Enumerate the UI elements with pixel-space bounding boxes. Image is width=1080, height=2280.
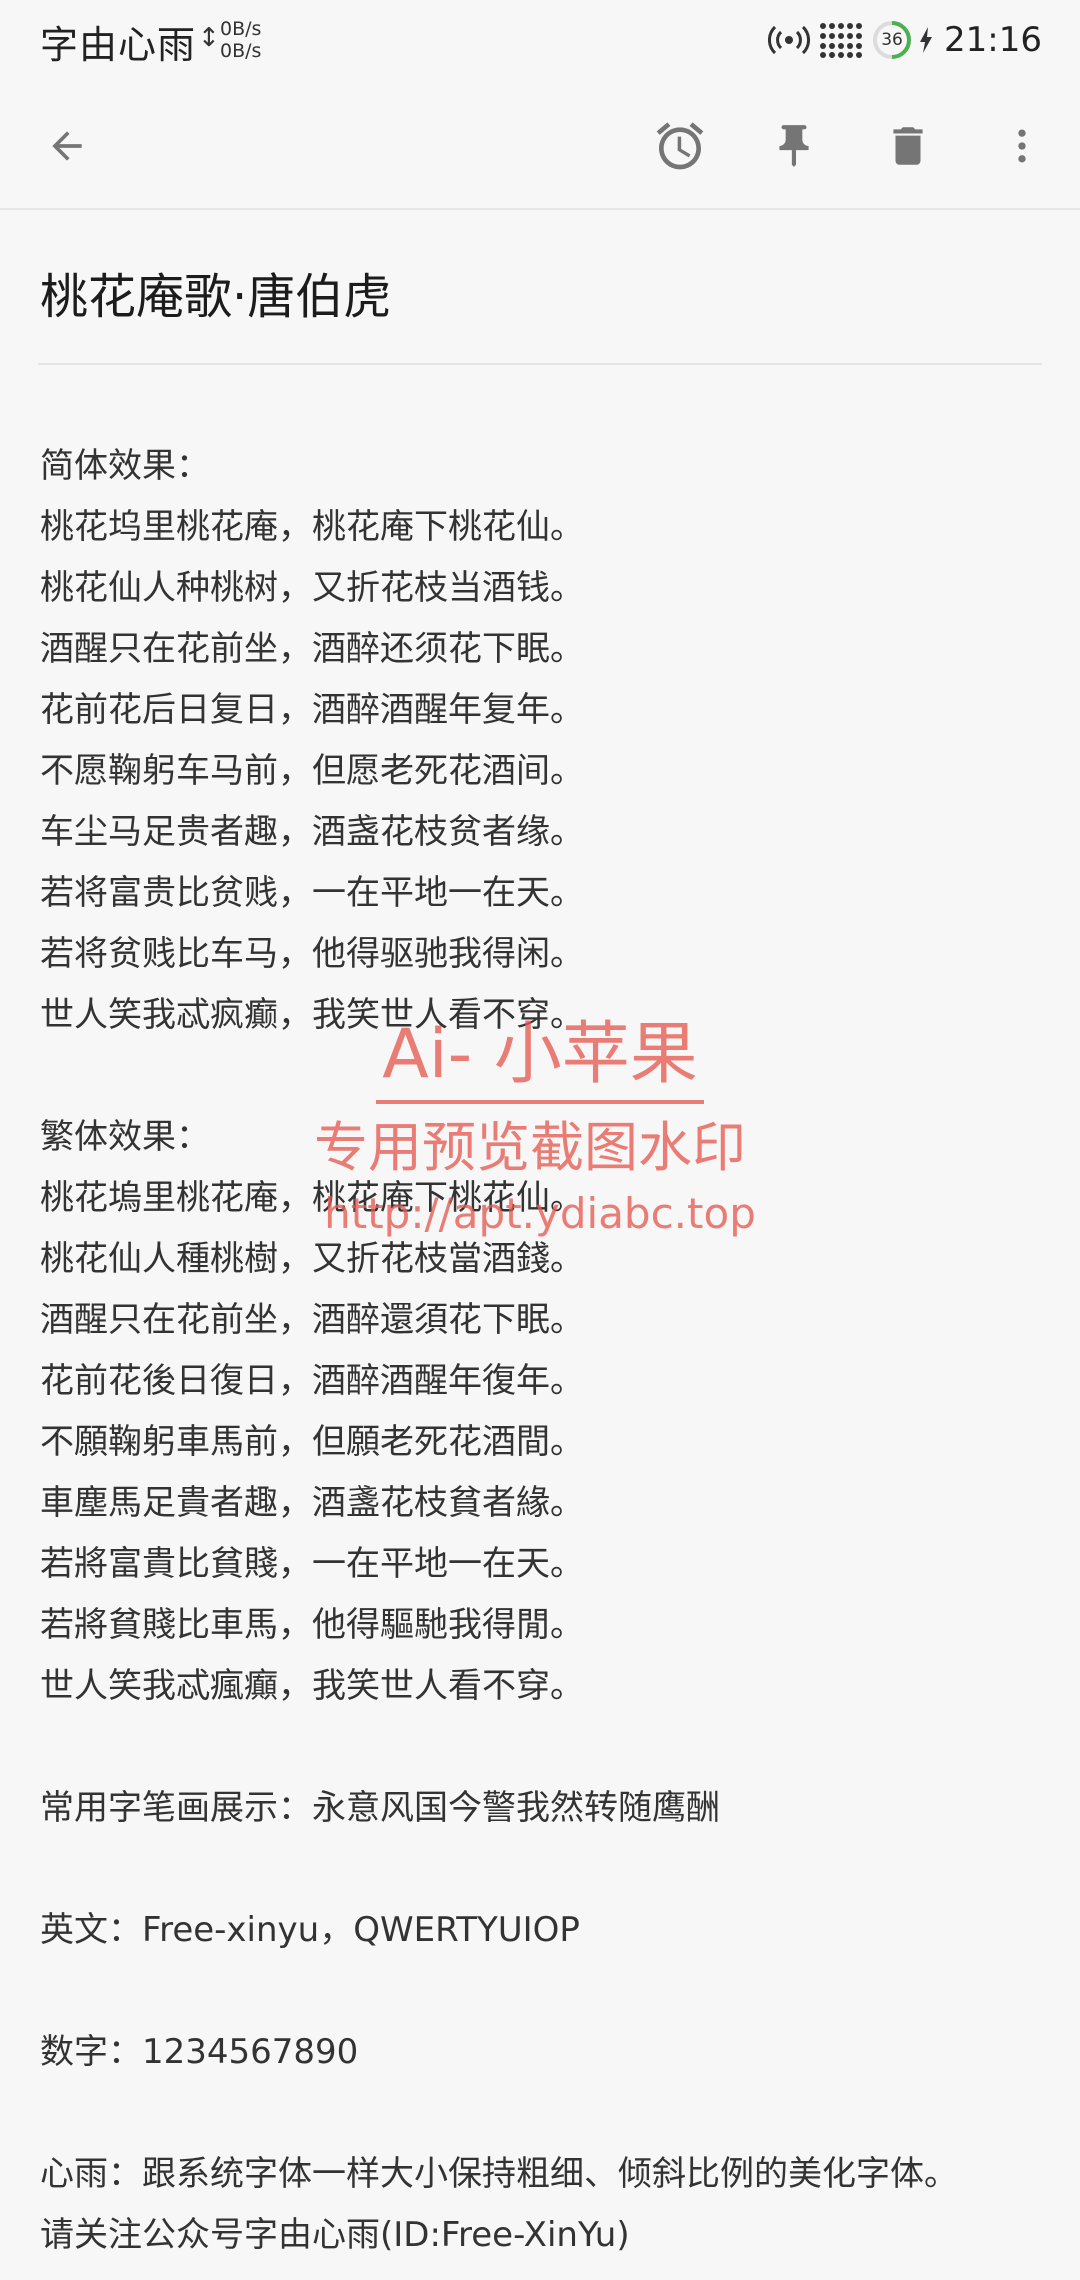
download-speed: 0B/s [220,40,262,62]
battery-icon: 36 [872,20,912,60]
more-options-button[interactable] [982,106,1062,186]
note-line: 酒醒只在花前坐，酒醉还须花下眠。 [40,629,584,669]
note-line: 英文：Free-xinyu，QWERTYUIOP [40,1910,580,1950]
signal-dots-icon [818,20,864,60]
pin-button[interactable] [754,106,834,186]
note-line: 桃花坞里桃花庵，桃花庵下桃花仙。 [40,507,584,547]
note-line: 桃花仙人種桃樹，又折花枝當酒錢。 [40,1239,584,1279]
more-vertical-icon [1018,129,1026,163]
note-line: 若将富贵比贫贱，一在平地一在天。 [40,873,584,913]
status-icons: 36 21:16 [768,14,1042,66]
trash-icon [893,127,923,165]
note-line: 世人笑我忒疯癫，我笑世人看不穿。 [40,995,584,1035]
note-line: 花前花後日復日，酒醉酒醒年復年。 [40,1361,584,1401]
hotspot-icon [768,23,810,57]
back-button[interactable] [27,106,107,186]
note-toolbar [0,82,1080,210]
carrier-label: 字由心雨 [40,23,197,67]
note-line: 不願鞠躬車馬前，但願老死花酒間。 [40,1422,584,1462]
alarm-clock-icon [656,122,704,170]
title-divider [38,363,1042,365]
note-body[interactable]: 简体效果： 桃花坞里桃花庵，桃花庵下桃花仙。 桃花仙人种桃树，又折花枝当酒钱。 酒醒只… [40,436,1050,2266]
battery-level: 36 [881,30,903,50]
note-line: 车尘马足贵者趣，酒盏花枝贫者缘。 [40,812,584,852]
note-line: 繁体效果： [40,1117,210,1157]
note-line: 桃花塢里桃花庵，桃花庵下桃花仙。 [40,1178,584,1218]
note-title[interactable]: 桃花庵歌·唐伯虎 [40,262,391,332]
note-line: 常用字笔画展示：永意风国今警我然转随鹰酬 [40,1788,720,1828]
note-line: 花前花后日复日，酒醉酒醒年复年。 [40,690,584,730]
note-line: 桃花仙人种桃树，又折花枝当酒钱。 [40,568,584,608]
note-line: 世人笑我忒瘋癲，我笑世人看不穿。 [40,1666,584,1706]
note-line: 数字：1234567890 [40,2032,359,2072]
note-line: 心雨：跟系统字体一样大小保持粗细、倾斜比例的美化字体。 [40,2154,958,2194]
note-line: 車塵馬足貴者趣，酒盞花枝貧者緣。 [40,1483,584,1523]
clock: 21:16 [944,20,1042,60]
note-line: 不愿鞠躬车马前，但愿老死花酒间。 [40,751,584,791]
note-line: 若将贫贱比车马，他得驱驰我得闲。 [40,934,584,974]
upload-speed: 0B/s [220,18,262,40]
note-line: 酒醒只在花前坐，酒醉還須花下眠。 [40,1300,584,1340]
network-speed: ↕ 0B/s 0B/s [198,16,278,64]
charging-bolt-icon [920,27,933,53]
pin-icon [779,125,809,167]
note-line: 简体效果： [40,446,210,486]
arrow-back-icon [52,131,82,161]
reminder-button[interactable] [640,106,720,186]
up-down-arrow-icon: ↕ [198,23,220,53]
note-line: 请关注公众号字由心雨(ID:Free-XinYu) [40,2215,630,2255]
status-bar: 字由心雨 ↕ 0B/s 0B/s 36 21:16 [0,0,1080,80]
note-line: 若將貧賤比車馬，他得驅馳我得閒。 [40,1605,584,1645]
delete-button[interactable] [868,106,948,186]
note-line: 若將富貴比貧賤，一在平地一在天。 [40,1544,584,1584]
